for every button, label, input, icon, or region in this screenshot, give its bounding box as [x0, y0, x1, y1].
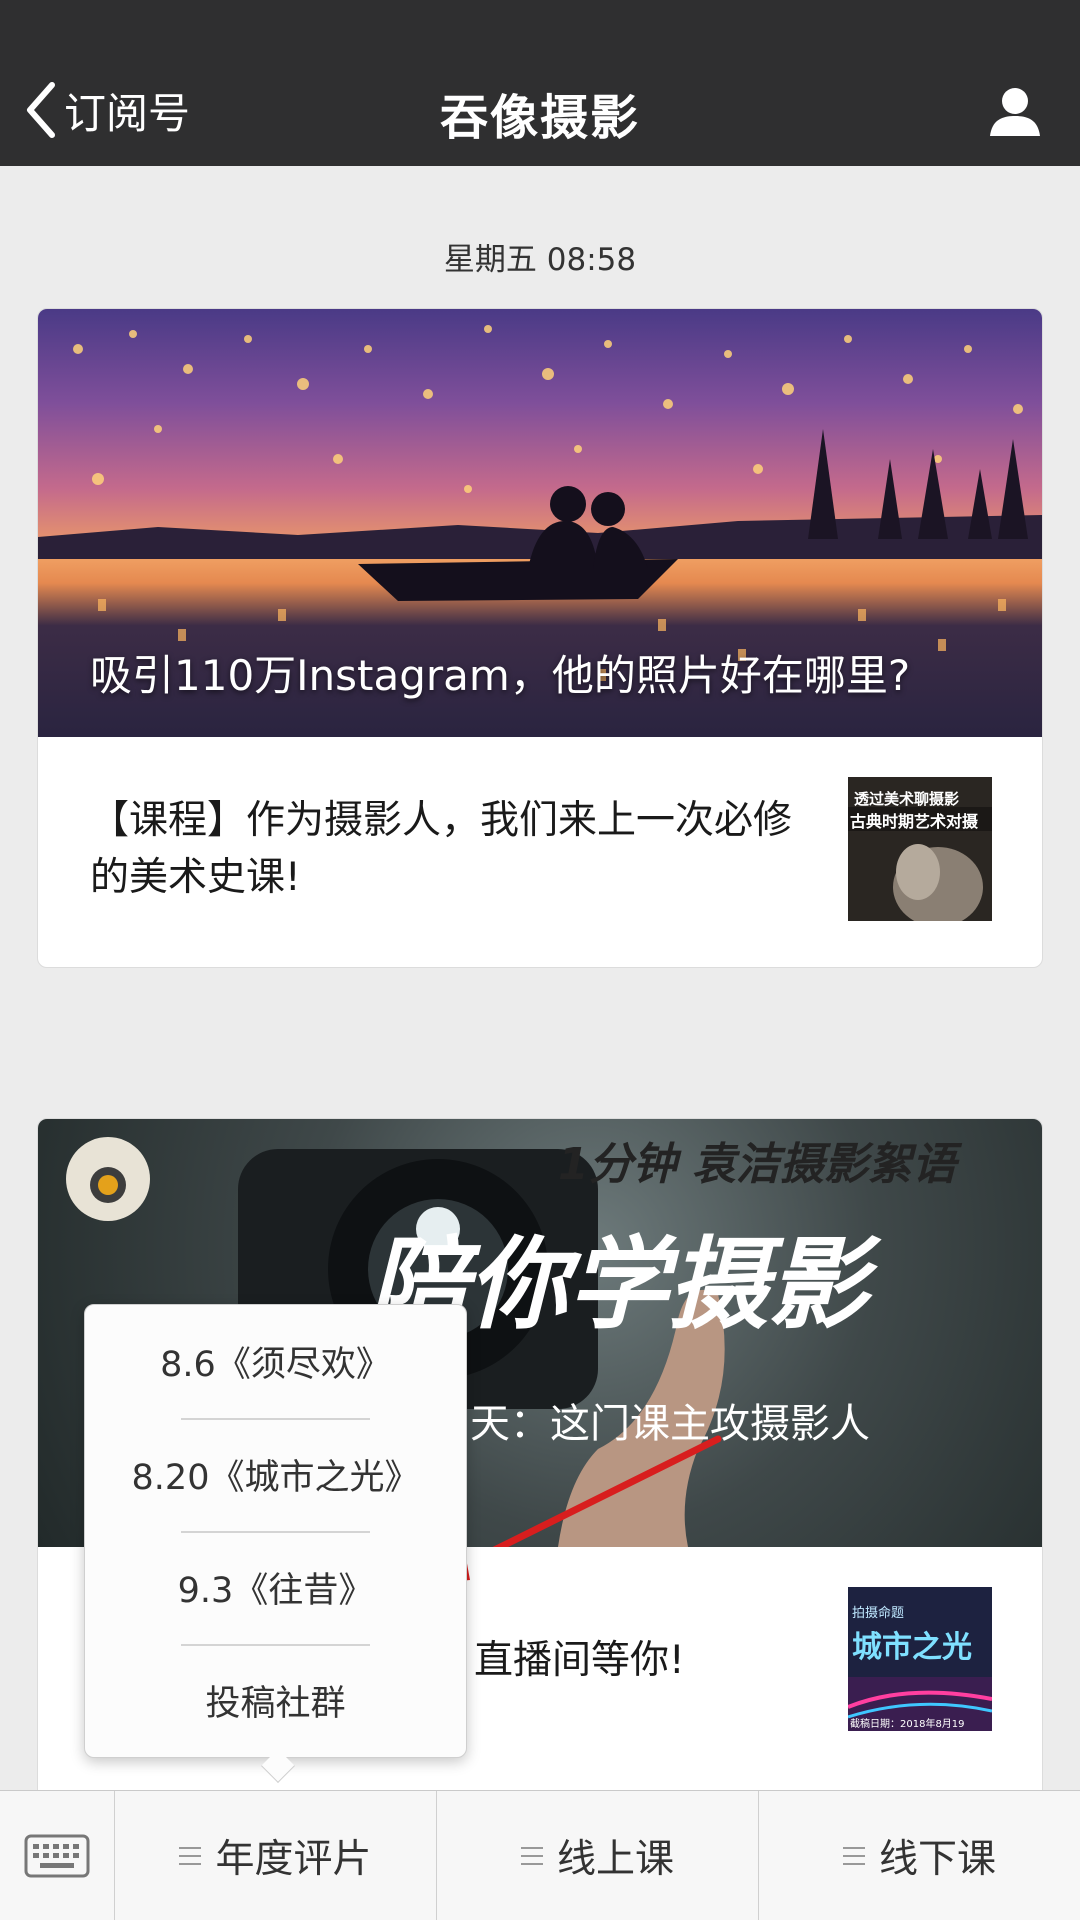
- svg-text:拍摄命题: 拍摄命题: [852, 1605, 904, 1621]
- svg-text:1分钟 袁洁摄影絮语: 1分钟 袁洁摄影絮语: [558, 1139, 963, 1190]
- menu-lines-icon: [842, 1846, 865, 1865]
- submenu-item[interactable]: 9.3《往昔》: [85, 1531, 466, 1644]
- article-card: 吸引110万Instagram，他的照片好在哪里? 【课程】作为摄影人，我们来上…: [37, 308, 1043, 968]
- menu-button-label: 线下课: [878, 1836, 996, 1882]
- article-title: 吸引110万Instagram，他的照片好在哪里?: [90, 650, 911, 700]
- sub-article-title: 【课程】作为摄影人，我们来上一次必修的美术史课!: [90, 798, 793, 900]
- bottom-menu-bar: 年度评片 线上课 线下课: [0, 1790, 1080, 1920]
- sub-article-thumbnail: 透过美术聊摄影 古典时期艺术对摄: [848, 777, 992, 921]
- navigation-bar: 订阅号 吞像摄影: [0, 0, 1080, 166]
- svg-text:城市之光: 城市之光: [852, 1630, 972, 1665]
- menu-lines-icon: [520, 1846, 543, 1865]
- article-cover[interactable]: 吸引110万Instagram，他的照片好在哪里?: [38, 309, 1042, 737]
- svg-text:透过美术聊摄影: 透过美术聊摄影: [854, 790, 959, 808]
- page-title: 吞像摄影: [439, 90, 640, 146]
- menu-button-offline-course[interactable]: 线下课: [759, 1791, 1080, 1920]
- sub-article-title: 直播间等你!: [474, 1638, 685, 1683]
- submenu-popup: 8.6《须尽欢》 8.20《城市之光》 9.3《往昔》 投稿社群: [84, 1304, 467, 1758]
- submenu-item[interactable]: 8.6《须尽欢》: [85, 1305, 466, 1418]
- svg-text:天：这门课主攻摄影人: 天：这门课主攻摄影人: [470, 1401, 870, 1447]
- message-timestamp: 星期五 08:58: [443, 242, 637, 278]
- keyboard-toggle-button[interactable]: [0, 1791, 115, 1920]
- svg-text:古典时期艺术对摄: 古典时期艺术对摄: [850, 812, 979, 831]
- menu-button-label: 线上课: [556, 1836, 674, 1882]
- submenu-item[interactable]: 投稿社群: [85, 1644, 466, 1757]
- sub-article-thumbnail: 拍摄命题 城市之光 截稿日期：2018年8月19: [848, 1587, 992, 1731]
- submenu-item[interactable]: 8.20《城市之光》: [85, 1418, 466, 1531]
- person-icon[interactable]: [988, 84, 1042, 138]
- menu-button-annual-review[interactable]: 年度评片: [115, 1791, 437, 1920]
- keyboard-icon: [24, 1834, 90, 1878]
- svg-text:截稿日期：2018年8月19: 截稿日期：2018年8月19: [850, 1717, 965, 1730]
- menu-button-online-course[interactable]: 线上课: [437, 1791, 759, 1920]
- sub-article-item[interactable]: 【课程】作为摄影人，我们来上一次必修的美术史课! 透过美术聊摄影 古典时期艺术对…: [38, 737, 1042, 967]
- menu-button-label: 年度评片: [215, 1836, 372, 1882]
- menu-lines-icon: [179, 1846, 202, 1865]
